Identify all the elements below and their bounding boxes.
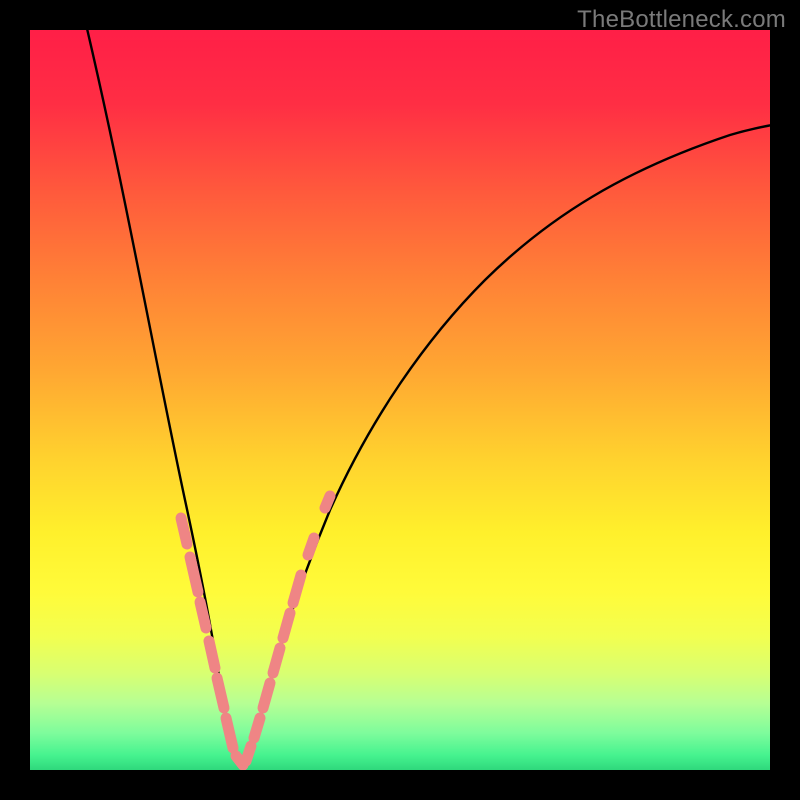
bottleneck-curve xyxy=(30,30,770,770)
plot-area xyxy=(30,30,770,770)
chart-frame: TheBottleneck.com xyxy=(0,0,800,800)
highlight-left-cluster xyxy=(181,518,251,765)
watermark-text: TheBottleneck.com xyxy=(577,6,786,34)
curve-path xyxy=(85,30,770,765)
highlight-right-cluster xyxy=(254,496,330,738)
